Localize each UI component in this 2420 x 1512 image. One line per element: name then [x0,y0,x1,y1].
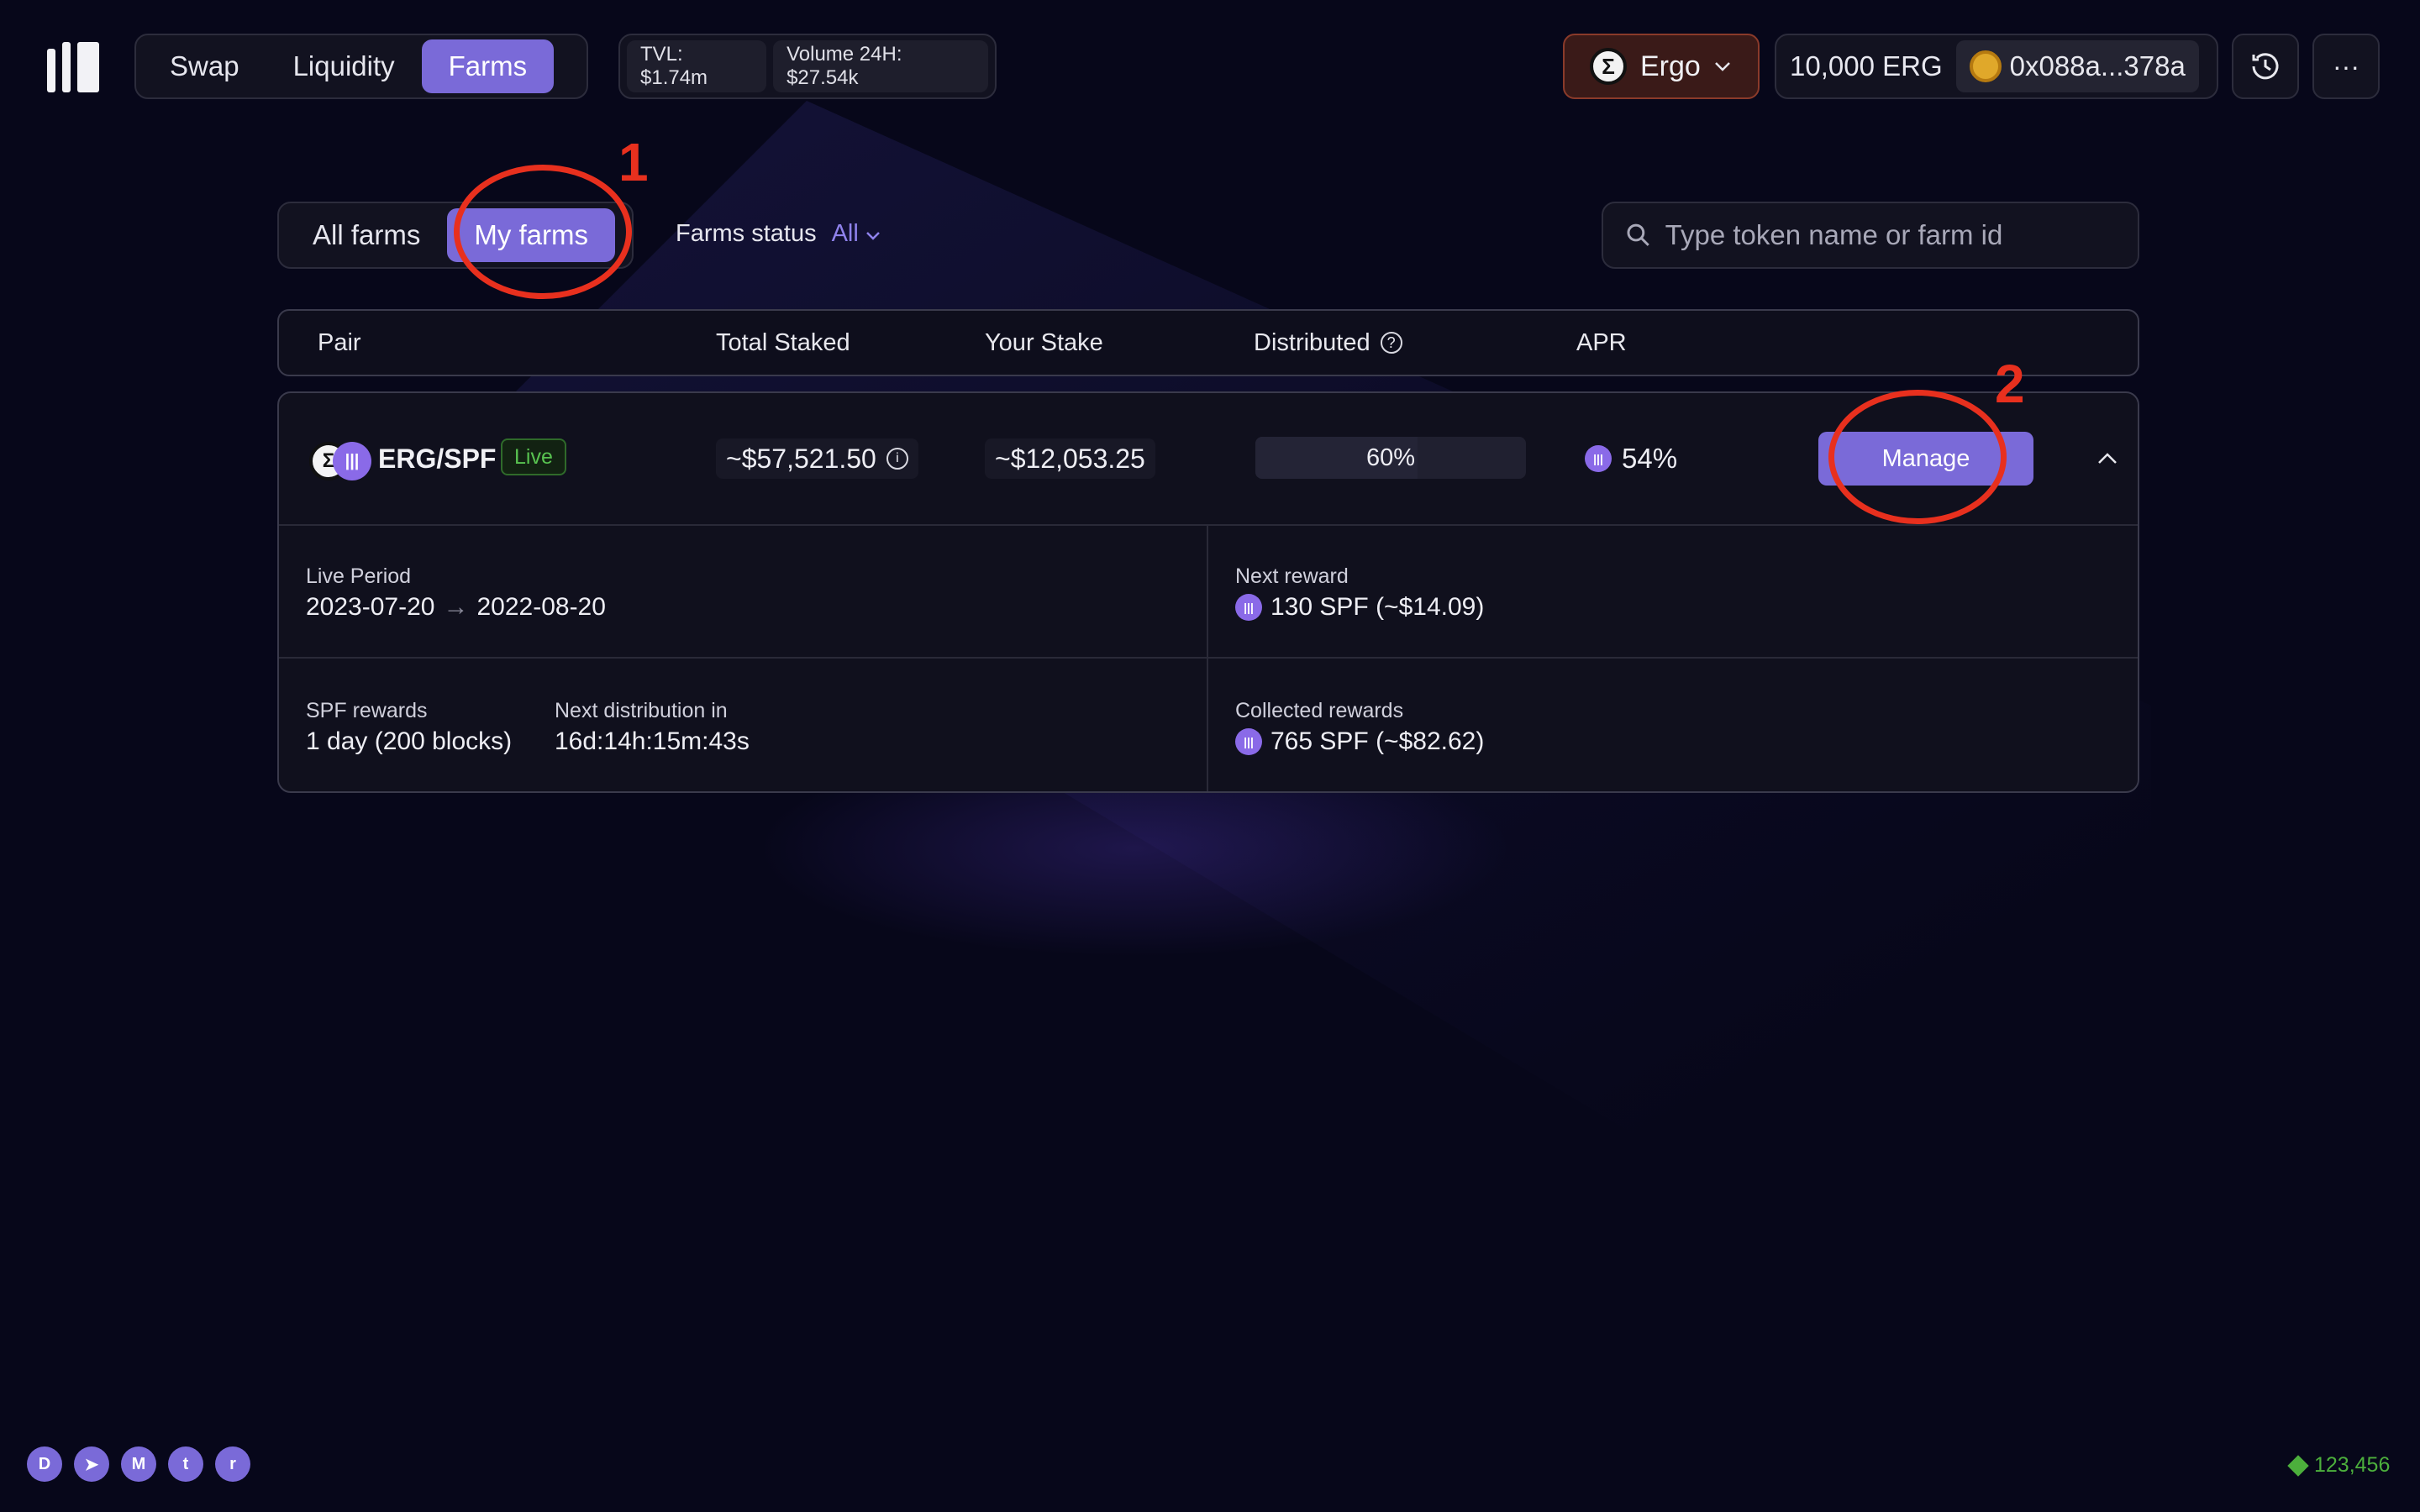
collected-rewards-label: Collected rewards [1235,699,1404,722]
social-links: D ➤ M t r [27,1446,250,1482]
medium-icon[interactable]: M [121,1446,156,1482]
main-nav: Swap Liquidity Farms [134,34,588,99]
search-input[interactable] [1663,218,2116,252]
farms-status-filter[interactable]: Farms status All [676,220,881,248]
more-button[interactable]: ··· [2312,34,2380,99]
divider [279,657,2138,659]
distributed-value: 60% [1365,444,1416,471]
divider [1207,524,1208,791]
live-period-value: 2023-07-20 → 2022-08-20 [306,593,606,621]
collapse-button[interactable] [2086,437,2129,480]
col-your-stake: Your Stake [985,328,1103,356]
wallet-address: 0x088a...378a [2009,50,2186,81]
help-icon[interactable]: ? [1380,332,1402,354]
farm-tabs: All farms My farms [277,202,634,269]
telegram-icon[interactable]: ➤ [74,1446,109,1482]
collected-rewards-value: ||| 765 SPF (~$82.62) [1235,727,1484,756]
chevron-up-icon [2098,453,2117,464]
spf-token-icon: ||| [1585,445,1612,472]
apr-value: ||| 54% [1585,438,1677,479]
volume-stat: Volume 24H: $27.54k [773,40,988,92]
nav-farms[interactable]: Farms [421,39,555,93]
nav-liquidity[interactable]: Liquidity [266,39,422,93]
tab-my-farms[interactable]: My farms [447,208,616,262]
more-icon: ··· [2333,50,2360,81]
block-icon [2287,1454,2309,1477]
avatar-coin-icon [1969,50,2002,82]
nav-swap[interactable]: Swap [143,39,266,93]
table-row[interactable]: Σ ||| ERG/SPF Live ~$57,521.50 i ~$12,05… [279,393,2138,526]
spf-token-icon: ||| [1235,594,1262,621]
spf-rewards-label: SPF rewards [306,699,428,722]
farm-search[interactable] [1602,202,2139,269]
info-icon[interactable]: i [886,448,908,470]
spf-token-icon: ||| [333,442,371,480]
tvl-stat: TVL: $1.74m [627,40,767,92]
app-logo[interactable] [47,42,101,92]
distributed-progress: 60% [1255,437,1526,479]
ergo-icon: Σ [1590,48,1627,85]
stats-panel: TVL: $1.74m Volume 24H: $27.54k [618,34,997,99]
pair-name: ERG/SPF [378,444,497,474]
twitter-icon[interactable]: t [168,1446,203,1482]
chevron-down-icon [1714,62,1730,71]
status-badge: Live [501,438,566,475]
network-selector[interactable]: Σ Ergo [1563,34,1760,99]
wallet-address-button[interactable]: 0x088a...378a [1955,40,2199,92]
arrow-icon: → [443,593,469,621]
spf-rewards-value: 1 day (200 blocks) [306,727,513,755]
wallet-balance: 10,000 ERG [1790,50,1943,81]
search-icon [1627,223,1649,246]
farm-row-card: Σ ||| ERG/SPF Live ~$57,521.50 i ~$12,05… [277,391,2139,793]
annotation-number-2: 2 [1995,354,2025,414]
col-total-staked: Total Staked [716,328,850,356]
chevron-down-icon [866,232,880,240]
col-pair: Pair [318,328,361,356]
next-distribution-label: Next distribution in [555,699,728,722]
total-staked-value: ~$57,521.50 i [716,438,918,479]
clock-icon [2252,53,2279,80]
next-reward-label: Next reward [1235,564,1349,588]
col-distributed: Distributed ? [1254,311,1402,375]
network-label: Ergo [1640,50,1701,82]
pair-icons: Σ ||| [309,442,376,480]
wallet-panel[interactable]: 10,000 ERG 0x088a...378a [1775,34,2218,99]
history-button[interactable] [2232,34,2299,99]
live-period-label: Live Period [306,564,412,588]
next-reward-value: ||| 130 SPF (~$14.09) [1235,593,1484,622]
reddit-icon[interactable]: r [215,1446,250,1482]
farm-details: Live Period 2023-07-20 → 2022-08-20 Next… [279,524,2138,791]
your-stake-value: ~$12,053.25 [985,438,1155,479]
annotation-number-1: 1 [618,132,649,192]
col-apr: APR [1576,328,1627,356]
farms-status-value[interactable]: All [832,220,881,248]
manage-button[interactable]: Manage [1818,432,2033,486]
farms-status-label: Farms status [676,220,817,247]
next-distribution-value: 16d:14h:15m:43s [555,727,750,755]
spf-token-icon: ||| [1235,728,1262,755]
tab-all-farms[interactable]: All farms [286,208,447,262]
table-header: Pair Total Staked Your Stake Distributed… [277,309,2139,376]
discord-icon[interactable]: D [27,1446,62,1482]
block-height: 123,456 [2287,1453,2390,1478]
